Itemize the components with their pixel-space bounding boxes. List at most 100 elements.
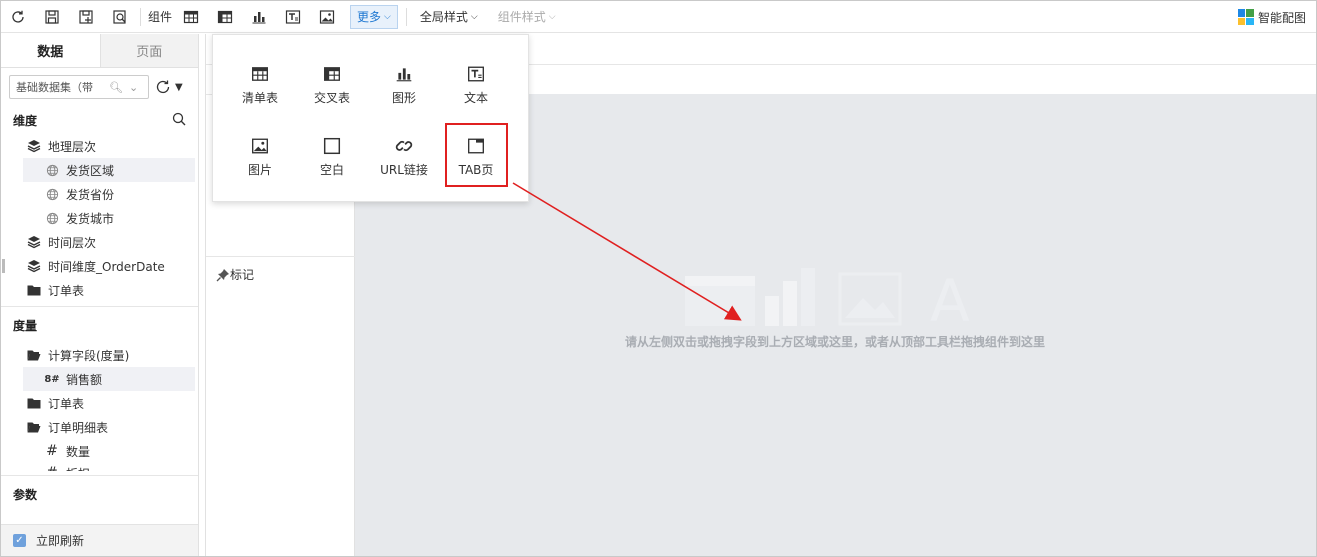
tree-item-sales[interactable]: 8# 销售额 [23,367,195,391]
search-icon[interactable] [172,112,186,126]
auto-refresh-row[interactable]: ✓ 立即刷新 [1,524,198,556]
menu-item-cross-table[interactable]: 交叉表 [299,57,365,113]
global-style-dropdown[interactable]: 全局样式 ⌵ [410,8,488,25]
chevron-down-icon: ⌵ [470,11,478,22]
preview-icon[interactable] [103,1,137,33]
tree-item-label: 销售额 [66,372,103,387]
tab-data[interactable]: 数据 [1,34,100,67]
save-as-icon[interactable] [69,1,103,33]
measures-heading: 度量 [1,311,198,339]
tree-item-ship-region[interactable]: 发货区域 [23,158,195,182]
menu-item-label: URL链接 [380,162,428,177]
dataset-row: 基础数据集（带 🔍︎ ⌄ ▼ [1,72,198,102]
global-style-label: 全局样式 [419,10,468,24]
tree-item-label: 订单明细表 [48,420,109,435]
smart-layout-icon [1237,9,1254,25]
tree-item-label: 订单表 [48,283,85,298]
highlight-box [445,123,508,187]
caret-down-icon[interactable]: ▼ [175,82,183,93]
tree-item-label: 数量 [66,444,91,459]
save-icon[interactable] [35,1,69,33]
link-icon [395,140,413,151]
globe-icon [45,211,59,225]
cross-table-icon[interactable] [208,1,242,33]
chevron-down-icon: ⌄ [128,80,139,94]
bar-chart-icon [396,67,412,81]
toolbar-divider [140,7,141,26]
tree-item-label: 计算字段(度量) [48,348,130,363]
search-icon: 🔍︎ [109,80,123,94]
chevron-down-icon: ⌵ [384,11,391,22]
tree-item-discount-clip: # 折扣 [1,463,198,471]
menu-item-image[interactable]: 图片 [227,129,293,185]
hash-icon: # [46,443,58,459]
refresh-icon[interactable] [1,1,35,33]
tree-item-calc-fields[interactable]: 计算字段(度量) [1,343,198,367]
hash-icon: # [45,465,59,471]
params-heading: 参数 [1,480,198,508]
tree-item-quantity[interactable]: # 数量 [1,439,198,463]
menu-item-label: 空白 [319,162,344,177]
folder-open-icon [27,420,41,434]
tree-item-geo-hierarchy[interactable]: 地理层次 [1,134,198,158]
tree-item-order-table[interactable]: 订单表 [1,278,198,302]
tree-item-discount[interactable]: # 折扣 [1,463,198,471]
tree-item-order-table-2[interactable]: 订单表 [1,391,198,415]
menu-item-url-link[interactable]: URL链接 [371,129,437,185]
layers-icon [27,235,41,249]
pin-icon [216,268,229,281]
placeholder-illustration-icon: A [685,267,970,326]
globe-icon [45,187,59,201]
tree-item-label: 订单表 [48,396,85,411]
globe-icon [45,163,59,177]
divider [1,306,198,307]
divider [206,256,356,257]
blank-icon [323,137,341,154]
tree-item-label: 发货城市 [66,211,115,226]
component-style-dropdown: 组件样式 ⌵ [488,8,566,25]
tree-item-ship-province[interactable]: 发货省份 [1,182,198,206]
tab-page[interactable]: 页面 [99,34,198,67]
cross-table-icon [324,66,340,81]
toolbar-divider [405,7,407,26]
toolbar: 组件 更多 ⌵ 全局样式 ⌵ 组件样式 ⌵ 智能配图 [1,1,1316,33]
menu-item-list-table[interactable]: 清单表 [227,57,293,113]
svg-text:A: A [930,267,970,326]
image-icon[interactable] [310,1,344,33]
tree-item-time-hierarchy[interactable]: 时间层次 [1,230,198,254]
mark-shelf[interactable]: 标记 [216,266,254,283]
menu-item-label: 图形 [391,90,416,105]
list-table-icon[interactable] [174,1,208,33]
divider [1,475,198,476]
refresh-icon[interactable] [155,79,171,95]
menu-item-chart[interactable]: 图形 [371,57,437,113]
measures-heading-text: 度量 [13,318,38,333]
smart-layout-label: 智能配图 [1257,10,1306,25]
folder-icon [27,283,41,297]
tree-item-label: 地理层次 [48,139,97,154]
folder-open-icon [27,348,41,362]
bar-chart-icon[interactable] [242,1,276,33]
component-style-label: 组件样式 [497,10,546,24]
panel-resize-handle[interactable] [2,259,5,273]
more-label: 更多 [357,10,382,24]
params-heading-text: 参数 [13,487,38,502]
tree-item-time-orderdate[interactable]: 时间维度_OrderDate [1,254,198,278]
tree-item-label: 时间维度_OrderDate [48,259,165,274]
menu-item-blank[interactable]: 空白 [299,129,365,185]
auto-refresh-label: 立即刷新 [36,534,85,548]
tree-item-order-detail[interactable]: 订单明细表 [1,415,198,439]
menu-item-text[interactable]: 文本 [443,57,509,113]
mark-label: 标记 [230,268,255,282]
smart-layout-button[interactable]: 智能配图 [1237,1,1306,33]
text-box-icon[interactable] [276,1,310,33]
tree-item-label: 折扣 [66,465,90,472]
text-box-icon [468,66,484,81]
dimensions-heading-text: 维度 [13,113,38,128]
more-button[interactable]: 更多 ⌵ [350,4,398,29]
dataset-select-value: 基础数据集（带 [16,81,93,94]
tree-item-ship-city[interactable]: 发货城市 [1,206,198,230]
checkbox-checked-icon[interactable]: ✓ [13,534,26,547]
dataset-select[interactable]: 基础数据集（带 🔍︎ ⌄ [9,75,149,99]
menu-item-label: 文本 [463,90,488,105]
